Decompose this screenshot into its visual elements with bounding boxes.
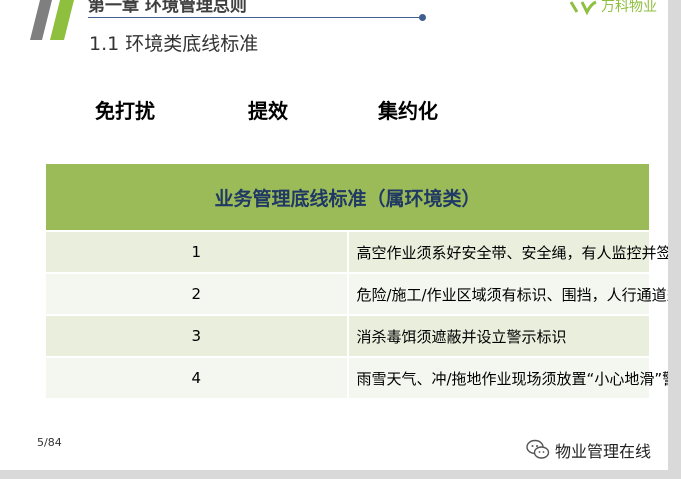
row-text: 雨雪天气、冲/拖地作业现场须放置“小心地滑”警示标识 [347, 357, 668, 400]
keyword-2: 提效 [248, 99, 288, 123]
keyword-1: 免打扰 [95, 99, 155, 123]
wechat-icon [526, 439, 550, 459]
row-number: 3 [46, 315, 349, 358]
table-row: 1 高空作业须系好安全带、安全绳，有人监控并签订安全生产责任书 [46, 231, 668, 274]
standards-table: 业务管理底线标准（属环境类） 1 高空作业须系好安全带、安全绳，有人监控并签订安… [46, 164, 668, 400]
window-edge-bottom [0, 470, 681, 479]
table-row: 4 雨雪天气、冲/拖地作业现场须放置“小心地滑”警示标识 [46, 357, 668, 400]
table-row: 2 危险/施工/作业区域须有标识、围挡，人行通道须平整 [46, 273, 668, 316]
company-logo: 万科物业 [569, 0, 668, 20]
window-edge-right [668, 0, 681, 479]
table-row: 3 消杀毒饵须遮蔽并设立警示标识 [46, 315, 649, 358]
row-text: 高空作业须系好安全带、安全绳，有人监控并签订安全生产责任书 [347, 231, 668, 274]
title-divider [88, 17, 422, 18]
keyword-3: 集约化 [378, 99, 438, 123]
watermark: 物业管理在线 [525, 437, 665, 465]
row-text: 消杀毒饵须遮蔽并设立警示标识 [347, 315, 649, 358]
row-number: 1 [46, 231, 349, 274]
logo-text: 万科物业 [601, 0, 657, 15]
row-text: 危险/施工/作业区域须有标识、围挡，人行通道须平整 [347, 273, 668, 316]
table-header-row: 业务管理底线标准（属环境类） [46, 164, 649, 232]
slide: 第一章 环境管理总则 1.1 环境类底线标准 万科物业 免打扰 提效 集约化 业… [0, 0, 668, 470]
row-number: 2 [46, 273, 349, 316]
table-title: 业务管理底线标准（属环境类） [46, 164, 649, 232]
page-number: 5/84 [37, 436, 62, 449]
section-title: 1.1 环境类底线标准 [89, 33, 259, 55]
chapter-title: 第一章 环境管理总则 [88, 0, 247, 16]
row-number: 4 [46, 357, 349, 400]
title-divider-dot [419, 14, 426, 21]
vanke-logo-icon [569, 0, 597, 16]
chevron-logo-icon [30, 0, 74, 40]
watermark-text: 物业管理在线 [555, 442, 652, 461]
